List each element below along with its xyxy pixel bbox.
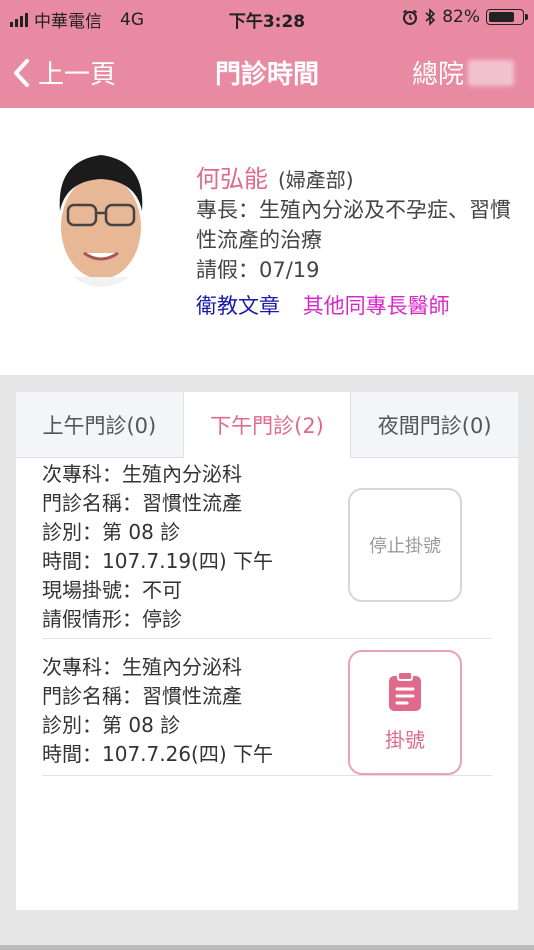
- doctor-card: 何弘能 (婦產部) 專長：生殖內分泌及不孕症、習慣性流產的治療 請假：07/19…: [0, 108, 534, 375]
- register-button[interactable]: 掛號: [348, 650, 462, 775]
- back-label: 上一頁: [38, 60, 117, 90]
- registration-closed-button: 停止掛號: [348, 488, 462, 602]
- chevron-left-icon: [14, 58, 29, 87]
- tab-evening[interactable]: 夜間門診(0): [351, 392, 519, 458]
- bottom-divider: [0, 945, 534, 950]
- doctor-specialty: 專長：生殖內分泌及不孕症、習慣性流產的治療: [196, 198, 511, 252]
- tab-morning[interactable]: 上午門診(0): [16, 392, 183, 458]
- session-row: 次專科：生殖內分泌科 門診名稱：習慣性流產 診別：第 08 診 時間：107.7…: [42, 458, 492, 639]
- session-subspecialty: 次專科：生殖內分泌科: [42, 462, 242, 486]
- nav-bar: 上一頁 門診時間 總院: [0, 36, 534, 108]
- clipboard-icon: [389, 672, 421, 711]
- status-bar: 中華電信 4G 下午3:28 82%: [0, 0, 534, 36]
- register-label: 掛號: [385, 728, 425, 752]
- doctor-dept: (婦產部): [278, 168, 354, 192]
- doctor-leave: 請假：07/19: [196, 258, 320, 282]
- doctor-info: 何弘能 (婦產部) 專長：生殖內分泌及不孕症、習慣性流產的治療 請假：07/19…: [196, 164, 530, 321]
- battery-percent: 82%: [442, 7, 480, 27]
- bluetooth-icon: [425, 8, 436, 26]
- session-row: 次專科：生殖內分泌科 門診名稱：習慣性流產 診別：第 08 診 時間：107.7…: [42, 639, 492, 776]
- similar-doctors-link[interactable]: 其他同專長醫師: [303, 294, 450, 318]
- health-articles-link[interactable]: 衛教文章: [196, 294, 280, 318]
- session-leave-status: 請假情形：停診: [42, 607, 182, 631]
- registration-closed-label: 停止掛號: [369, 536, 441, 557]
- battery-icon: [486, 9, 528, 25]
- branch-label[interactable]: 總院: [412, 54, 464, 91]
- tab-afternoon[interactable]: 下午門診(2): [182, 392, 352, 458]
- back-button[interactable]: 上一頁: [12, 54, 116, 91]
- doctor-name: 何弘能: [196, 165, 268, 193]
- alarm-icon: [403, 9, 418, 25]
- schedule-panel: 上午門診(0) 下午門診(2) 夜間門診(0) 次專科：生殖內分泌科 門診名稱：…: [16, 392, 519, 910]
- session-tabs: 上午門診(0) 下午門診(2) 夜間門診(0): [16, 392, 519, 458]
- doctor-photo: [48, 147, 154, 287]
- blurred-area: [468, 60, 514, 86]
- status-right: 82%: [402, 7, 528, 27]
